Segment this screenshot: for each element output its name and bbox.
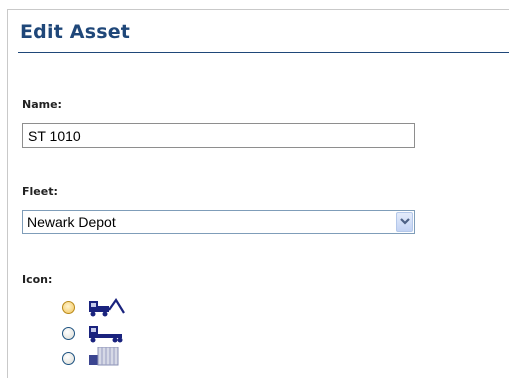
fleet-select[interactable]: Newark Depot <box>22 210 415 234</box>
fleet-label: Fleet: <box>22 185 58 198</box>
chevron-down-icon <box>400 218 410 225</box>
icon-option-flatbed-truck[interactable] <box>62 322 182 346</box>
edit-asset-panel: Edit Asset Name: Fleet: Newark Depot Ico… <box>7 9 509 378</box>
icon-radio-2[interactable] <box>62 327 75 340</box>
name-input[interactable] <box>22 123 415 148</box>
fleet-select-value: Newark Depot <box>27 214 116 230</box>
page-title: Edit Asset <box>20 21 131 43</box>
fleet-dropdown-button[interactable] <box>396 212 413 232</box>
icon-radio-3[interactable] <box>62 352 75 365</box>
tow-truck-icon <box>89 297 125 317</box>
icon-radio-1[interactable] <box>62 301 75 314</box>
icon-option-tow-truck[interactable] <box>62 296 182 320</box>
name-label: Name: <box>22 98 62 111</box>
title-divider <box>18 52 509 53</box>
icon-option-box-truck[interactable] <box>62 347 182 371</box>
flatbed-truck-icon <box>89 326 123 343</box>
icon-label: Icon: <box>22 273 53 286</box>
box-truck-icon <box>89 347 119 366</box>
